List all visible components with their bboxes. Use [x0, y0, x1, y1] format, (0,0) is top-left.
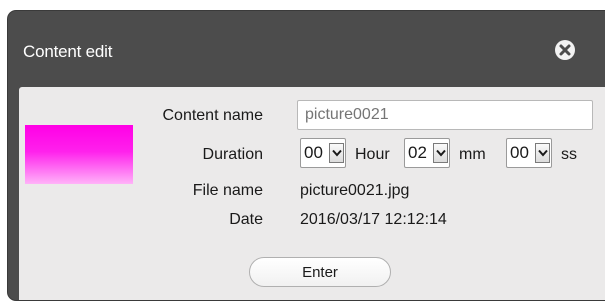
content-name-input[interactable]	[297, 100, 593, 130]
content-edit-dialog: Content edit Content name Duration 00 Ho…	[8, 11, 605, 300]
file-name-value: picture0021.jpg	[300, 182, 410, 199]
content-name-label: Content name	[162, 107, 263, 124]
second-unit-label: ss	[561, 146, 577, 163]
dialog-title: Content edit	[23, 42, 113, 61]
date-value: 2016/03/17 12:12:14	[300, 211, 447, 228]
duration-label: Duration	[202, 146, 263, 163]
chevron-down-icon	[329, 143, 344, 163]
minute-select-value: 02	[408, 143, 427, 162]
chevron-down-icon	[535, 143, 550, 163]
dialog-titlebar: Content edit	[8, 11, 605, 87]
content-thumbnail	[25, 125, 133, 184]
date-label: Date	[229, 211, 263, 228]
close-button[interactable]	[555, 40, 575, 60]
second-select[interactable]: 00	[506, 138, 552, 168]
enter-button[interactable]: Enter	[249, 257, 391, 287]
minute-select[interactable]: 02	[404, 138, 450, 168]
file-name-label: File name	[192, 182, 263, 199]
second-select-value: 00	[510, 143, 529, 162]
close-icon	[559, 44, 571, 56]
hour-select-value: 00	[304, 143, 323, 162]
hour-select[interactable]: 00	[300, 138, 346, 168]
hour-unit-label: Hour	[355, 146, 390, 163]
chevron-down-icon	[433, 143, 448, 163]
content-panel: Content name Duration 00 Hour 02 mm 00 s…	[19, 87, 605, 300]
minute-unit-label: mm	[459, 146, 486, 163]
